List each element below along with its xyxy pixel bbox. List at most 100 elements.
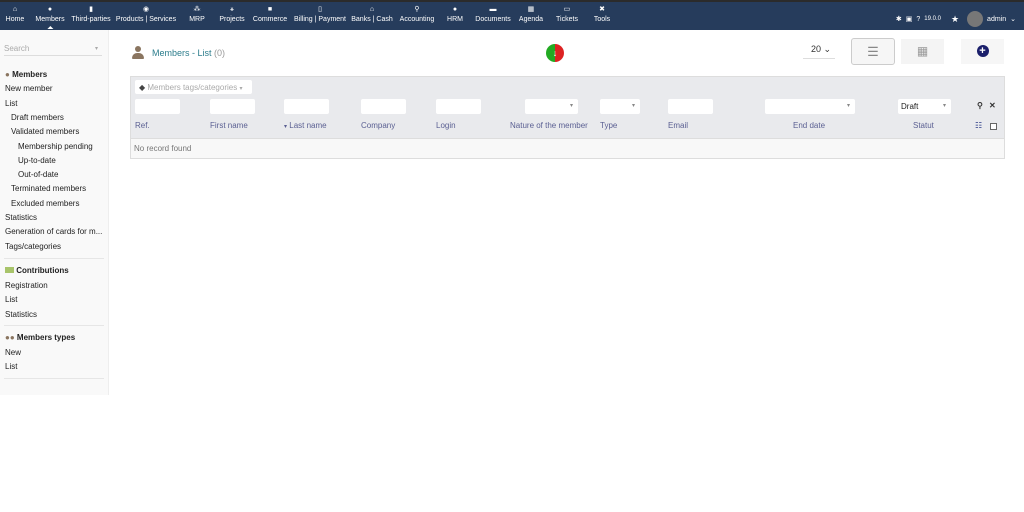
users-icon: ●● bbox=[5, 333, 15, 342]
menu-label: Banks | Cash bbox=[351, 16, 393, 23]
sidebar-item[interactable]: Terminated members bbox=[11, 184, 86, 193]
column-header-end-date[interactable]: End date bbox=[793, 121, 825, 130]
select-all-checkbox[interactable] bbox=[990, 123, 997, 130]
tools-icon: ✖ bbox=[599, 6, 605, 13]
sidebar-item[interactable]: Statistics bbox=[5, 310, 37, 319]
search-dollar-icon: ⚲ bbox=[414, 6, 420, 13]
user-menu[interactable]: admin bbox=[987, 16, 1006, 23]
menu-label: Accounting bbox=[399, 16, 435, 23]
topmenu-commerce[interactable]: ■ Commerce bbox=[253, 6, 287, 23]
sidebar-item[interactable]: List bbox=[5, 362, 17, 371]
user-tie-icon: ● bbox=[452, 6, 458, 13]
home-icon: ⌂ bbox=[12, 6, 18, 13]
sidebar-heading-member-types[interactable]: ●● Members types bbox=[5, 333, 75, 342]
menu-label: Projects bbox=[219, 16, 245, 23]
column-header-email[interactable]: Email bbox=[668, 121, 688, 130]
sidebar-item[interactable]: Statistics bbox=[5, 213, 37, 222]
column-header-company[interactable]: Company bbox=[361, 121, 395, 130]
filter-lastname[interactable] bbox=[284, 99, 329, 114]
briefcase-icon: ■ bbox=[267, 6, 273, 13]
menu-label: Third-parties bbox=[71, 16, 111, 23]
filter-ref[interactable] bbox=[135, 99, 180, 114]
topmenu-documents[interactable]: ▬ Documents bbox=[475, 6, 510, 23]
divider bbox=[4, 378, 104, 379]
sidebar-item[interactable]: List bbox=[5, 295, 17, 304]
sidebar-item[interactable]: Registration bbox=[5, 281, 48, 290]
column-header-last-name[interactable]: ▾ Last name bbox=[284, 121, 327, 130]
filter-enddate-select[interactable] bbox=[765, 99, 855, 114]
sidebar-item[interactable]: Out-of-date bbox=[18, 170, 58, 179]
chevron-down-icon: ▾ bbox=[94, 46, 98, 52]
topmenu-projects[interactable]: ⚹ Projects bbox=[219, 6, 244, 23]
limit-select[interactable]: 20 ⌄ bbox=[803, 44, 835, 59]
sidebar-item[interactable]: List bbox=[5, 99, 17, 108]
clear-filter-icon[interactable]: ✕ bbox=[989, 101, 996, 110]
sidebar-item[interactable]: Draft members bbox=[11, 113, 64, 122]
sidebar-item[interactable]: Generation of cards for m... bbox=[5, 227, 102, 236]
search-input[interactable]: Search ▾ bbox=[4, 44, 102, 56]
sidebar-item[interactable]: New member bbox=[5, 84, 53, 93]
chevron-down-icon: ▾ bbox=[239, 86, 243, 92]
column-header-first-name[interactable]: First name bbox=[210, 121, 248, 130]
filter-company[interactable] bbox=[361, 99, 406, 114]
column-header-nature-of-the-member[interactable]: Nature of the member bbox=[510, 121, 588, 130]
topmenu-accounting[interactable]: ⚲ Accounting bbox=[400, 6, 435, 23]
menu-label: Members bbox=[35, 16, 65, 23]
bug-icon[interactable]: ✱ bbox=[896, 15, 902, 23]
version-label: 19.0.0 bbox=[924, 16, 941, 22]
sidebar-item[interactable]: Membership pending bbox=[18, 142, 93, 151]
sidebar-item[interactable]: Validated members bbox=[11, 127, 79, 136]
tags-filter-select[interactable]: ◆ Members tags/categories ▾ bbox=[135, 80, 252, 94]
filter-nature-select[interactable] bbox=[525, 99, 578, 114]
search-icon[interactable]: ⚲ bbox=[977, 101, 983, 110]
top-menu-bar: ⌂ Home ● Members ▮ Third-parties ◉ Products | S… bbox=[0, 0, 1024, 30]
filter-type-select[interactable] bbox=[600, 99, 640, 114]
heading-label: Members types bbox=[16, 333, 76, 342]
filter-email[interactable] bbox=[668, 99, 713, 114]
topmenu-billing-payment[interactable]: ▯ Billing | Payment bbox=[294, 6, 346, 23]
plus-circle-icon: + bbox=[976, 45, 989, 57]
sidebar-heading-members[interactable]: ● Members bbox=[5, 70, 47, 79]
filter-status-select[interactable]: Draft bbox=[898, 99, 951, 114]
topmenu-tickets[interactable]: ▭ Tickets bbox=[556, 6, 578, 23]
cube-icon: ◉ bbox=[142, 6, 150, 13]
topmenu-hrm[interactable]: ● HRM bbox=[447, 6, 463, 23]
members-table: ◆ Members tags/categories ▾ Draft ⚲ ✕ Re… bbox=[130, 76, 1005, 159]
menu-label: Products | Services bbox=[115, 16, 177, 23]
sidebar-item[interactable]: Up-to-date bbox=[18, 156, 56, 165]
filter-login[interactable] bbox=[436, 99, 481, 114]
print-icon[interactable]: ▣ bbox=[906, 15, 913, 23]
column-header-login[interactable]: Login bbox=[436, 121, 456, 130]
kanban-view-button[interactable]: ▦ bbox=[901, 39, 944, 64]
topmenu-agenda[interactable]: ▦ Agenda bbox=[519, 6, 543, 23]
invoice-icon: ▯ bbox=[318, 6, 322, 13]
bookmark-star-icon[interactable]: ★ bbox=[951, 14, 959, 25]
topmenu-home[interactable]: ⌂ Home bbox=[6, 6, 25, 23]
filter-firstname[interactable] bbox=[210, 99, 255, 114]
column-header-statut[interactable]: Statut bbox=[913, 121, 934, 130]
topmenu-third-parties[interactable]: ▮ Third-parties bbox=[71, 6, 110, 23]
record-count: (0) bbox=[214, 48, 226, 58]
divider bbox=[4, 325, 104, 326]
column-header-ref[interactable]: Ref. bbox=[135, 121, 150, 130]
avatar[interactable] bbox=[967, 11, 984, 27]
project-icon: ⚹ bbox=[229, 6, 235, 13]
column-header-type[interactable]: Type bbox=[600, 121, 617, 130]
new-member-button[interactable]: + bbox=[961, 39, 1004, 64]
topmenu-banks-cash[interactable]: ⌂ Banks | Cash bbox=[351, 6, 393, 23]
empty-row: No record found bbox=[131, 138, 1004, 158]
column-selector-icon[interactable]: ☷ bbox=[975, 121, 982, 130]
chevron-down-icon[interactable]: ⌄ bbox=[1010, 15, 1016, 23]
bank-icon: ⌂ bbox=[369, 6, 375, 13]
topmenu-products-services[interactable]: ◉ Products | Services bbox=[116, 6, 176, 23]
sidebar-heading-contributions[interactable]: Contributions bbox=[5, 266, 69, 275]
sidebar-item[interactable]: Excluded members bbox=[11, 199, 79, 208]
sidebar-item[interactable]: Tags/categories bbox=[5, 242, 61, 251]
top-right-tools: ✱ ▣ ? 19.0.0 ★ admin ⌄ bbox=[896, 11, 1016, 27]
topmenu-members[interactable]: ● Members bbox=[35, 6, 65, 29]
sidebar-item[interactable]: New bbox=[5, 348, 21, 357]
help-icon[interactable]: ? bbox=[916, 16, 920, 23]
topmenu-mrp[interactable]: ⁂ MRP bbox=[189, 6, 205, 23]
list-view-button[interactable]: ☰ bbox=[851, 38, 895, 65]
topmenu-tools[interactable]: ✖ Tools bbox=[594, 6, 610, 23]
